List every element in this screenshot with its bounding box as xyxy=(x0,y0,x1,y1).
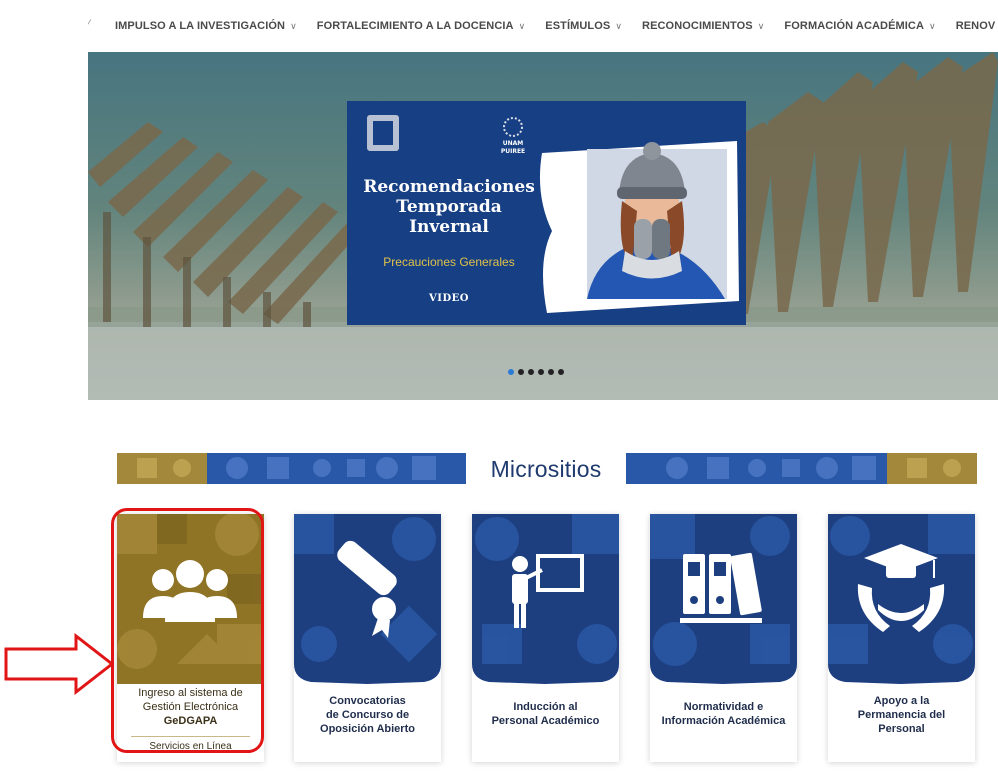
microsite-card-normatividad[interactable]: Normatividad e Información Académica xyxy=(650,514,797,762)
card-art xyxy=(650,514,797,684)
nav-item-label: IMPULSO A LA INVESTIGACIÓN xyxy=(115,20,286,32)
carousel-dot-4[interactable] xyxy=(538,369,544,375)
microsite-card-apoyo[interactable]: Apoyo a la Permanencia del Personal xyxy=(828,514,975,762)
card-label-line: Personal xyxy=(878,723,925,735)
card-label-line: Información Académica xyxy=(661,715,786,727)
annotation-highlight-box xyxy=(111,508,264,753)
nav-item-label: ESTÍMULOS xyxy=(545,20,611,32)
nav-item-estimulos[interactable]: ESTÍMULOS ∨ xyxy=(545,20,622,32)
promo-subtitle: Precauciones Generales xyxy=(383,255,515,269)
card-label-line: Personal Académico xyxy=(491,715,600,727)
nav-item-label: FORMACIÓN ACADÉMICA xyxy=(784,20,925,32)
carousel-dot-6[interactable] xyxy=(558,369,564,375)
card-label: Convocatorias de Concurso de Oposición A… xyxy=(298,694,437,736)
carousel-dot-2[interactable] xyxy=(518,369,524,375)
nav-item-label: RECONOCIMIENTOS xyxy=(642,20,753,32)
carousel-dot-1[interactable] xyxy=(508,369,514,375)
promo-title-line: Invernal xyxy=(409,217,489,237)
micrositios-heading: Micrositios xyxy=(466,452,626,486)
svg-text:UNAM: UNAM xyxy=(503,140,524,147)
chevron-down-icon: ∨ xyxy=(615,20,623,31)
card-label: Inducción al Personal Académico xyxy=(476,700,615,728)
chevron-down-icon: ∨ xyxy=(290,20,297,31)
microsite-card-induccion[interactable]: Inducción al Personal Académico xyxy=(472,514,619,762)
nav-item-label: FORTALECIMIENTO A LA DOCENCIA xyxy=(316,20,514,32)
promo-slide[interactable]: UNAM PUIREE Recomendaciones Temporada In… xyxy=(347,101,746,325)
nav-item-fortalecimiento[interactable]: FORTALECIMIENTO A LA DOCENCIA ∨ xyxy=(317,20,526,32)
promo-title-line: Recomendaciones xyxy=(363,177,535,197)
card-label: Apoyo a la Permanencia del Personal xyxy=(832,694,971,736)
carousel-indicators xyxy=(508,369,564,375)
promo-title-line: Temporada xyxy=(396,197,502,217)
card-art xyxy=(294,514,441,684)
svg-text:PUIREE: PUIREE xyxy=(501,148,525,155)
nav-item-reconocimientos[interactable]: RECONOCIMIENTOS ∨ xyxy=(642,20,764,32)
card-label-line: Normatividad e xyxy=(683,701,764,713)
card-label-line: Oposición Abierto xyxy=(320,723,415,735)
card-art xyxy=(472,514,619,684)
microsite-card-convocatorias[interactable]: Convocatorias de Concurso de Oposición A… xyxy=(294,514,441,762)
card-label-line: Convocatorias xyxy=(329,695,406,707)
chevron-down-icon: ∨ xyxy=(929,20,936,31)
promo-video-link[interactable]: VIDEO xyxy=(359,293,539,304)
carousel-dot-3[interactable] xyxy=(528,369,534,375)
nav-item-label: RENOV xyxy=(955,20,996,32)
card-label-line: Permanencia del xyxy=(857,709,946,721)
promo-title: Recomendaciones Temporada Invernal xyxy=(359,177,539,237)
nav-item-renov[interactable]: RENOV xyxy=(956,20,996,32)
hero-carousel[interactable]: UNAM PUIREE Recomendaciones Temporada In… xyxy=(88,52,998,400)
card-label: Normatividad e Información Académica xyxy=(654,700,793,728)
chevron-down-icon: ∨ xyxy=(518,20,526,31)
nav-item-formacion[interactable]: FORMACIÓN ACADÉMICA ∨ xyxy=(784,20,935,32)
card-art xyxy=(828,514,975,684)
card-label-line: Inducción al xyxy=(513,701,578,713)
annotation-arrow-icon xyxy=(4,633,115,695)
nav-item-impulso[interactable]: IMPULSO A LA INVESTIGACIÓN ∨ xyxy=(115,20,297,32)
top-navigation: ⁄ IMPULSO A LA INVESTIGACIÓN ∨ FORTALECIM… xyxy=(88,0,998,52)
card-label-line: de Concurso de xyxy=(325,709,410,721)
nav-previous-chevron-icon[interactable]: ⁄ xyxy=(88,18,98,30)
chevron-down-icon: ∨ xyxy=(757,20,765,31)
card-label-line: Apoyo a la xyxy=(873,695,930,707)
carousel-dot-5[interactable] xyxy=(548,369,554,375)
